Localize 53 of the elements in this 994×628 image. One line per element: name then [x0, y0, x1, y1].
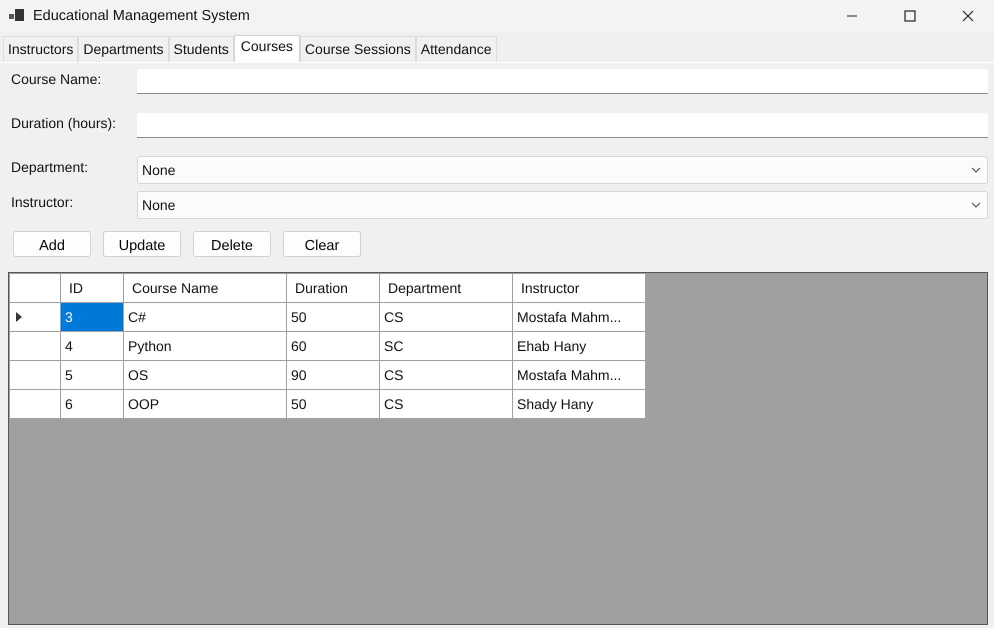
table-cell: C# [124, 302, 286, 332]
field-label: Instructor: [11, 193, 74, 210]
column-header[interactable]: Duration [286, 274, 380, 302]
action-button[interactable]: Delete [193, 231, 271, 257]
tab[interactable]: Course Sessions [300, 36, 416, 62]
dropdown[interactable]: None [137, 156, 988, 184]
chevron-down-icon [971, 167, 981, 173]
table-cell: 50 [286, 390, 380, 418]
table-cell: Python [124, 332, 286, 360]
table-cell: SC [380, 332, 512, 360]
table-cell: CS [380, 360, 512, 390]
table-cell: CS [380, 390, 512, 418]
column-header[interactable]: Course Name [124, 274, 286, 302]
input-field[interactable] [137, 113, 988, 138]
row-header[interactable] [10, 390, 60, 418]
tab[interactable]: Students [168, 36, 234, 62]
table-cell: 5 [60, 360, 124, 390]
table-cell: 60 [286, 332, 380, 360]
maximize-icon[interactable] [904, 10, 916, 22]
action-button[interactable]: Update [103, 231, 181, 257]
table-cell: 3 [60, 302, 124, 332]
input-field[interactable] [137, 69, 988, 94]
field-label: Course Name: [11, 70, 102, 87]
action-button[interactable]: Clear [283, 231, 361, 257]
table-cell: OOP [124, 390, 286, 418]
column-header[interactable]: Instructor [512, 274, 646, 302]
app-icon [9, 9, 25, 23]
table-cell: Mostafa Mahm... [512, 302, 646, 332]
table-cell: 4 [60, 332, 124, 360]
row-header[interactable] [10, 332, 60, 360]
chevron-down-icon [971, 202, 981, 208]
window-title: Educational Management System [33, 8, 250, 24]
tab[interactable]: Instructors [3, 36, 78, 62]
table-cell: Shady Hany [512, 390, 646, 418]
dropdown[interactable]: None [137, 191, 988, 219]
table-cell: 50 [286, 302, 380, 332]
current-row-icon [16, 312, 22, 322]
table-cell: CS [380, 302, 512, 332]
row-header[interactable] [10, 302, 60, 332]
table-cell: OS [124, 360, 286, 390]
action-button[interactable]: Add [13, 231, 91, 257]
table-cell: Ehab Hany [512, 332, 646, 360]
field-label: Department: [11, 158, 90, 175]
tab[interactable]: Departments [78, 36, 169, 62]
table-cell: 90 [286, 360, 380, 390]
tab[interactable]: Courses [234, 35, 300, 62]
field-label: Duration (hours): [11, 114, 118, 131]
row-header[interactable] [10, 360, 60, 390]
column-header[interactable]: Department [380, 274, 512, 302]
tab[interactable]: Attendance [416, 36, 497, 62]
table-cell: 6 [60, 390, 124, 418]
table-cell: Mostafa Mahm... [512, 360, 646, 390]
close-icon[interactable] [962, 10, 974, 22]
